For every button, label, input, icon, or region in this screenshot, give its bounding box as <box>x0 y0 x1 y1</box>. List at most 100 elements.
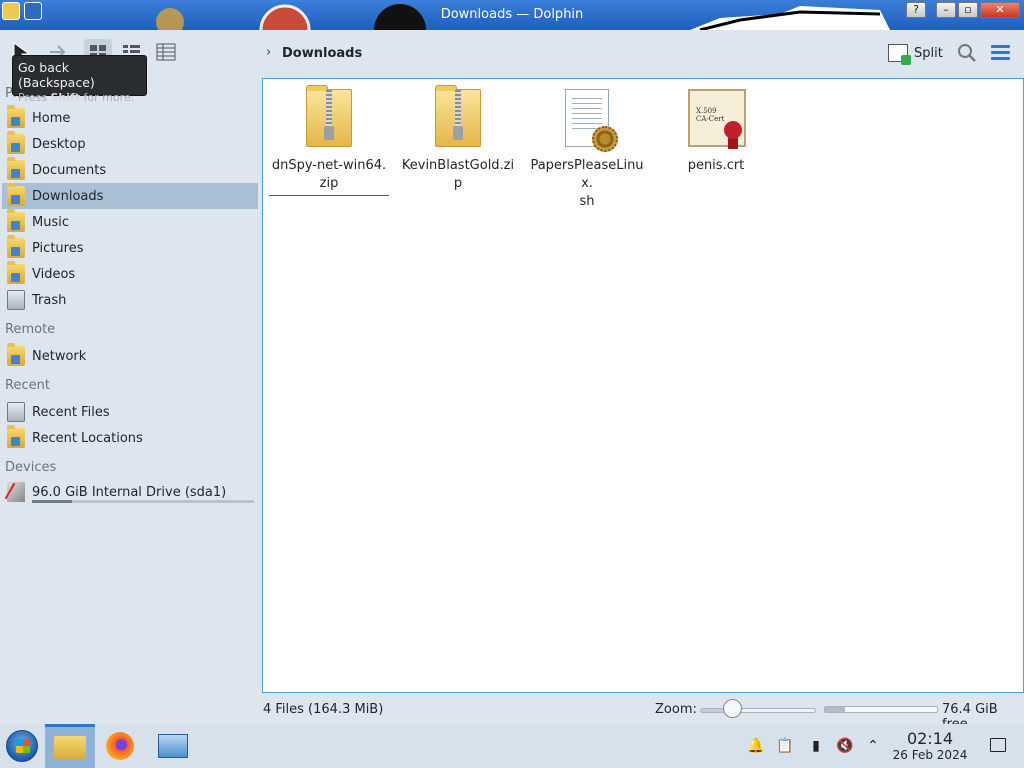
free-space-bar <box>824 706 938 713</box>
sidebar-item-label: Network <box>32 348 87 364</box>
file-item[interactable]: dnSpy-net-win64. zip <box>269 85 389 196</box>
zip-archive-icon <box>430 85 486 153</box>
help-button[interactable]: ? <box>906 2 926 18</box>
zipper-pull <box>324 126 334 140</box>
file-name-line: penis.crt <box>687 158 745 173</box>
videos-folder-icon <box>7 261 25 284</box>
task-system-settings[interactable] <box>147 724 197 768</box>
search-button[interactable] <box>956 42 978 64</box>
back-tooltip: Go back (Backspace) Press Shift for more… <box>12 55 147 104</box>
file-name: penis.crt <box>656 157 776 175</box>
toolbar: › Downloads Split <box>0 30 1024 76</box>
window-controls: ? – ▫ ✕ <box>906 2 1020 18</box>
free-space-fill <box>825 707 846 712</box>
recent-files-icon <box>7 402 25 422</box>
sidebar-item-label: Documents <box>32 162 107 178</box>
zip-tab <box>435 85 457 91</box>
battery-icon[interactable]: ▮ <box>807 738 825 754</box>
sidebar-item-label: Videos <box>32 266 76 282</box>
volume-muted-icon[interactable]: 🔇 <box>836 738 854 754</box>
zoom-label: Zoom: <box>655 702 697 717</box>
cert-line: X.509 <box>696 107 717 115</box>
details-view-button[interactable] <box>152 39 180 65</box>
file-name-line: PapersPleaseLinux. <box>530 158 644 191</box>
file-name-line: zip <box>319 176 339 191</box>
gear-icon <box>592 126 618 152</box>
breadcrumb[interactable]: Downloads <box>282 46 362 61</box>
file-view[interactable]: dnSpy-net-win64. zip KevinBlastGold.zip P… <box>262 78 1024 693</box>
maximize-button[interactable]: ▫ <box>958 2 978 18</box>
sidebar-item-downloads[interactable]: Downloads <box>2 183 258 209</box>
start-menu-button[interactable] <box>6 730 38 762</box>
window-title: Downloads — Dolphin <box>440 7 584 22</box>
music-folder-icon <box>7 209 25 232</box>
sidebar-item-label: Recent Files <box>32 404 110 420</box>
zip-archive-icon <box>301 85 357 153</box>
tooltip-title: Go back (Backspace) <box>18 60 95 90</box>
certificate-text: X.509 CA-Cert <box>696 107 724 123</box>
sidebar-item-label: Music <box>32 214 69 230</box>
minimize-button[interactable]: – <box>936 2 956 18</box>
task-firefox[interactable] <box>97 724 147 768</box>
file-name-line: KevinBlastGold.zip <box>401 158 515 191</box>
zip-tab <box>306 85 328 91</box>
drive-usage-bar <box>32 500 254 503</box>
status-summary: 4 Files (164.3 MiB) <box>263 702 384 717</box>
file-item[interactable]: KevinBlastGold.zip <box>398 85 518 193</box>
split-label: Split <box>914 45 943 61</box>
folder-icon <box>54 736 86 760</box>
sidebar-item-documents[interactable]: Documents <box>2 157 258 183</box>
zoom-slider[interactable] <box>700 708 816 713</box>
status-bar: 4 Files (164.3 MiB) Zoom: 76.4 GiB free <box>0 696 1024 732</box>
drive-icon <box>7 482 25 502</box>
tooltip-hint-key: Shift <box>50 91 81 104</box>
home-folder-icon <box>7 105 25 128</box>
seal-icon <box>724 121 742 139</box>
sidebar-item-videos[interactable]: Videos <box>2 261 258 287</box>
section-devices: Devices <box>5 460 57 475</box>
task-dolphin[interactable] <box>45 724 95 768</box>
network-folder-icon <box>7 343 25 366</box>
certificate-icon: X.509 CA-Cert <box>688 89 746 153</box>
split-view-icon <box>888 44 911 65</box>
zoom-slider-handle[interactable] <box>723 699 743 718</box>
breadcrumb-chevron-icon[interactable]: › <box>266 45 271 60</box>
recent-locations-icon <box>7 425 25 448</box>
trash-icon <box>7 290 25 310</box>
sidebar-item-desktop[interactable]: Desktop <box>2 131 258 157</box>
show-hidden-icons-icon[interactable]: ⌃ <box>864 738 882 754</box>
shell-script-icon <box>559 89 618 153</box>
file-name: PapersPleaseLinux. sh <box>527 157 647 211</box>
sidebar-item-trash[interactable]: Trash <box>2 287 258 313</box>
file-name-line: sh <box>579 194 595 209</box>
places-panel: Places Home Desktop Documents Downloads … <box>0 80 262 520</box>
desktop-folder-icon <box>7 131 25 154</box>
split-button[interactable]: Split <box>888 41 943 65</box>
sidebar-item-network[interactable]: Network <box>2 343 258 369</box>
search-icon <box>958 44 976 62</box>
section-remote: Remote <box>5 322 56 337</box>
file-item[interactable]: PapersPleaseLinux. sh <box>527 87 647 211</box>
clock-date: 26 Feb 2024 <box>892 748 968 762</box>
details-view-icon <box>156 43 176 61</box>
sidebar-item-recent-locations[interactable]: Recent Locations <box>2 425 258 451</box>
zip-archive-icon-body <box>306 85 352 147</box>
clock-time: 02:14 <box>906 729 954 748</box>
title-bar: Downloads — Dolphin ? – ▫ ✕ <box>0 0 1024 30</box>
close-button[interactable]: ✕ <box>980 2 1020 18</box>
sidebar-item-pictures[interactable]: Pictures <box>2 235 258 261</box>
sidebar-item-music[interactable]: Music <box>2 209 258 235</box>
tooltip-hint-prefix: Press <box>18 91 51 104</box>
system-settings-icon <box>158 734 188 758</box>
cert-line: CA-Cert <box>696 115 725 123</box>
clipboard-icon[interactable]: 📋 <box>776 738 794 754</box>
notifications-icon[interactable]: 🔔 <box>747 738 765 754</box>
clock[interactable]: 02:14 26 Feb 2024 <box>890 730 970 763</box>
sidebar-item-recent-files[interactable]: Recent Files <box>2 399 258 425</box>
file-item[interactable]: X.509 CA-Cert penis.crt <box>656 87 776 175</box>
sidebar-item-home[interactable]: Home <box>2 105 258 131</box>
pictures-folder-icon <box>7 235 25 258</box>
sidebar-item-label: Recent Locations <box>32 430 143 446</box>
show-desktop-icon[interactable] <box>990 738 1006 752</box>
hamburger-menu-button[interactable] <box>991 45 1010 61</box>
